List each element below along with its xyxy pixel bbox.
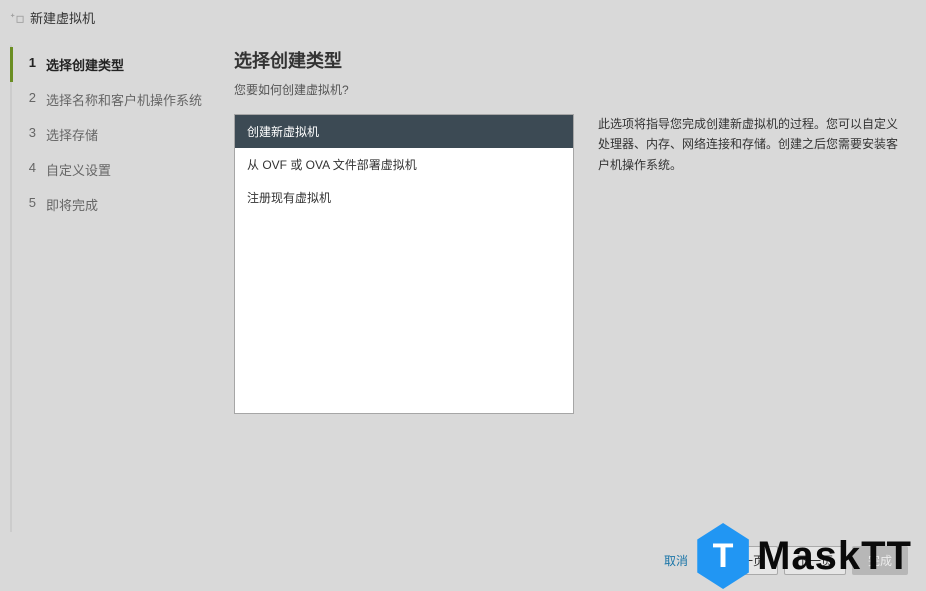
main-panel: 选择创建类型 您要如何创建虚拟机? 创建新虚拟机 从 OVF 或 OVA 文件部… xyxy=(228,45,916,532)
next-button[interactable]: 下一页 xyxy=(784,546,846,575)
vm-icon xyxy=(10,11,24,25)
dialog-title: 新建虚拟机 xyxy=(30,8,95,27)
new-vm-wizard-dialog: 新建虚拟机 1 选择创建类型 2 选择名称和客户机操作系统 3 选择存储 4 自… xyxy=(0,0,926,591)
step-number: 3 xyxy=(24,125,36,144)
finish-button: 完成 xyxy=(852,546,908,575)
creation-type-options: 创建新虚拟机 从 OVF 或 OVA 文件部署虚拟机 注册现有虚拟机 xyxy=(234,114,574,414)
wizard-step-ready[interactable]: 5 即将完成 xyxy=(10,187,216,222)
wizard-step-customize[interactable]: 4 自定义设置 xyxy=(10,152,216,187)
option-create-new-vm[interactable]: 创建新虚拟机 xyxy=(235,115,573,148)
step-label: 自定义设置 xyxy=(46,160,111,179)
step-label: 选择存储 xyxy=(46,125,98,144)
step-number: 1 xyxy=(24,55,36,74)
panel-content: 创建新虚拟机 从 OVF 或 OVA 文件部署虚拟机 注册现有虚拟机 此选项将指… xyxy=(228,114,916,532)
step-label: 选择创建类型 xyxy=(46,55,124,74)
step-label: 即将完成 xyxy=(46,195,98,214)
dialog-body: 1 选择创建类型 2 选择名称和客户机操作系统 3 选择存储 4 自定义设置 5… xyxy=(0,35,926,532)
step-number: 4 xyxy=(24,160,36,179)
panel-subtitle: 您要如何创建虚拟机? xyxy=(228,79,916,114)
back-button[interactable]: 上一页 xyxy=(716,546,778,575)
wizard-step-storage[interactable]: 3 选择存储 xyxy=(10,117,216,152)
wizard-step-creation-type[interactable]: 1 选择创建类型 xyxy=(10,47,216,82)
option-register-existing[interactable]: 注册现有虚拟机 xyxy=(235,181,573,214)
step-label: 选择名称和客户机操作系统 xyxy=(46,90,202,109)
dialog-header: 新建虚拟机 xyxy=(0,0,926,35)
wizard-steps: 1 选择创建类型 2 选择名称和客户机操作系统 3 选择存储 4 自定义设置 5… xyxy=(10,45,216,532)
wizard-step-name-os[interactable]: 2 选择名称和客户机操作系统 xyxy=(10,82,216,117)
option-description: 此选项将指导您完成创建新虚拟机的过程。您可以自定义处理器、内存、网络连接和存储。… xyxy=(598,114,910,532)
cancel-button[interactable]: 取消 xyxy=(648,547,704,574)
dialog-footer: 取消 上一页 下一页 完成 xyxy=(0,532,926,591)
step-number: 2 xyxy=(24,90,36,109)
panel-title: 选择创建类型 xyxy=(228,45,916,79)
step-number: 5 xyxy=(24,195,36,214)
option-deploy-ovf-ova[interactable]: 从 OVF 或 OVA 文件部署虚拟机 xyxy=(235,148,573,181)
